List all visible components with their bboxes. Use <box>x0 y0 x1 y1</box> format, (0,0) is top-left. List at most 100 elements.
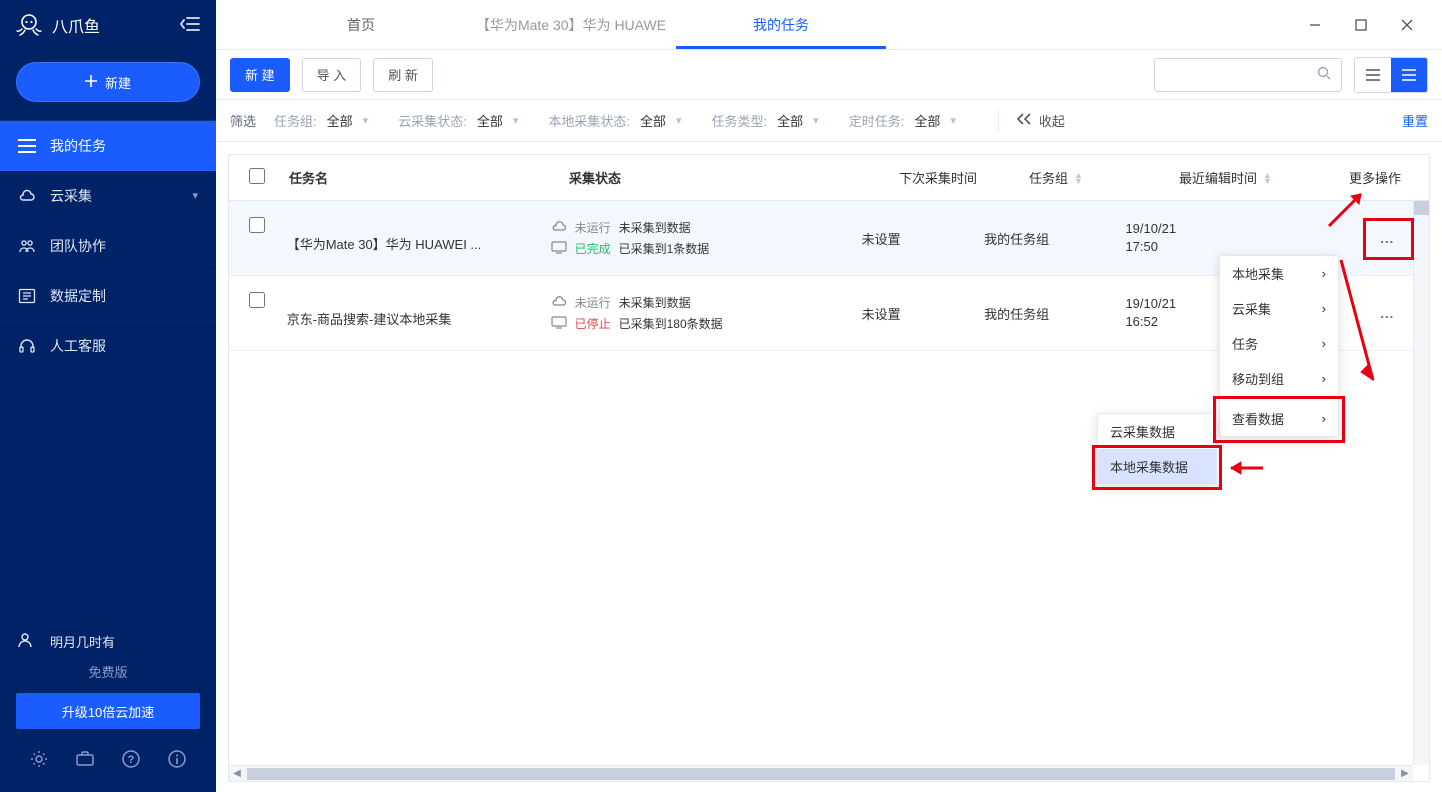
import-button[interactable]: 导 入 <box>302 58 362 92</box>
search-input[interactable] <box>1154 58 1342 92</box>
chevron-down-icon: ▾ <box>813 114 819 127</box>
select-all-checkbox[interactable] <box>249 168 265 184</box>
sidebar-item-label: 云采集 <box>50 186 92 206</box>
filter-group[interactable]: 任务组:全部▾ <box>274 111 368 130</box>
window-minimize-button[interactable] <box>1296 10 1334 40</box>
header-status: 采集状态 <box>569 168 899 187</box>
refresh-button[interactable]: 刷 新 <box>373 58 433 92</box>
sort-icon: ▲▼ <box>1263 172 1272 184</box>
header-group[interactable]: 任务组▲▼ <box>1029 168 1179 187</box>
sidebar-item-data-custom[interactable]: 数据定制 <box>0 271 216 321</box>
chevron-right-icon: › <box>1322 301 1326 316</box>
row-next: 未设置 <box>862 304 985 323</box>
dropdown-item-local-collect[interactable]: 本地采集› <box>1220 256 1338 291</box>
filter-local-status[interactable]: 本地采集状态:全部▾ <box>548 111 681 130</box>
chevron-right-icon: › <box>1322 266 1326 281</box>
row-group: 我的任务组 <box>984 304 1125 323</box>
upgrade-button[interactable]: 升级10倍云加速 <box>16 693 200 729</box>
dropdown-item-task[interactable]: 任务› <box>1220 326 1338 361</box>
filters-bar: 筛选 任务组:全部▾ 云采集状态:全部▾ 本地采集状态:全部▾ 任务类型:全部▾… <box>216 100 1442 142</box>
tasks-table: 任务名 采集状态 下次采集时间 任务组▲▼ 最近编辑时间▲▼ 更多操作 【华为M… <box>228 154 1430 782</box>
sidebar: 八爪鱼 新建 我的任务 云采集 ▾ 团队协作 <box>0 0 216 792</box>
double-chevron-left-icon <box>1017 113 1031 128</box>
row-time: 19/10/2117:50 <box>1125 220 1285 256</box>
new-task-button[interactable]: 新 建 <box>230 58 290 92</box>
chevron-right-icon: › <box>1322 411 1326 426</box>
plus-icon <box>85 75 97 90</box>
chevron-down-icon: ▾ <box>513 114 519 127</box>
brand: 八爪鱼 <box>16 13 100 37</box>
new-button-label: 新建 <box>105 73 131 92</box>
header-name: 任务名 <box>289 168 569 187</box>
svg-text:?: ? <box>128 754 135 766</box>
header-next: 下次采集时间 <box>899 168 1029 187</box>
search-field[interactable] <box>1165 67 1317 82</box>
cloud-icon <box>551 295 567 310</box>
brand-text: 八爪鱼 <box>52 13 100 37</box>
user-name: 明月几时有 <box>50 632 115 651</box>
row-more-button[interactable]: ... <box>1366 221 1409 255</box>
filter-schedule[interactable]: 定时任务:全部▾ <box>849 111 956 130</box>
row-task-name: 京东-商品搜索-建议本地采集 <box>287 299 551 328</box>
tab-my-tasks[interactable]: 我的任务 <box>676 0 886 49</box>
sidebar-item-my-tasks[interactable]: 我的任务 <box>0 121 216 171</box>
tab-label: 我的任务 <box>753 15 809 35</box>
help-icon[interactable]: ? <box>121 749 141 772</box>
row-checkbox[interactable] <box>249 292 265 308</box>
cloud-icon <box>551 220 567 235</box>
tab-home[interactable]: 首页 <box>256 0 466 49</box>
header-time[interactable]: 最近编辑时间▲▼ <box>1179 168 1349 187</box>
headset-icon <box>18 337 36 355</box>
row-more-button[interactable]: ... <box>1366 296 1409 330</box>
info-icon[interactable] <box>167 749 187 772</box>
sidebar-item-cloud-collect[interactable]: 云采集 ▾ <box>0 171 216 221</box>
chevron-down-icon: ▾ <box>363 114 369 127</box>
toolbox-icon[interactable] <box>75 749 95 772</box>
sidebar-item-label: 团队协作 <box>50 236 106 256</box>
new-button[interactable]: 新建 <box>16 62 200 102</box>
view-toggle <box>1354 57 1428 93</box>
chevron-right-icon: › <box>1322 336 1326 351</box>
team-icon <box>18 237 36 255</box>
window-maximize-button[interactable] <box>1342 10 1380 40</box>
chevron-down-icon: ▾ <box>192 189 198 202</box>
collapse-sidebar-icon[interactable] <box>180 16 200 35</box>
filter-cloud-status[interactable]: 云采集状态:全部▾ <box>398 111 518 130</box>
row-next: 未设置 <box>862 229 985 248</box>
chevron-right-icon: › <box>1322 371 1326 386</box>
submenu-item-cloud-data[interactable]: 云采集数据 <box>1098 414 1216 449</box>
row-group: 我的任务组 <box>984 229 1125 248</box>
horizontal-scrollbar[interactable]: ◀▶ <box>229 765 1413 781</box>
table-header: 任务名 采集状态 下次采集时间 任务组▲▼ 最近编辑时间▲▼ 更多操作 <box>229 155 1429 201</box>
sidebar-item-support[interactable]: 人工客服 <box>0 321 216 371</box>
plan-label: 免费版 <box>16 662 200 681</box>
chevron-down-icon: ▾ <box>950 114 956 127</box>
tabs-bar: 首页 【华为Mate 30】华为 HUAWE 我的任务 <box>216 0 1442 50</box>
hamburger-icon <box>18 137 36 155</box>
submenu-item-local-data[interactable]: 本地采集数据 <box>1098 449 1216 484</box>
dropdown-item-cloud-collect[interactable]: 云采集› <box>1220 291 1338 326</box>
view-grid-button[interactable] <box>1391 58 1427 92</box>
toolbar: 新 建 导 入 刷 新 <box>216 50 1442 100</box>
sidebar-item-label: 数据定制 <box>50 286 106 306</box>
sidebar-item-team[interactable]: 团队协作 <box>0 221 216 271</box>
tab-product[interactable]: 【华为Mate 30】华为 HUAWE <box>466 0 676 49</box>
row-status: 未运行未采集到数据 已停止已采集到180条数据 <box>551 292 862 334</box>
settings-icon[interactable] <box>29 749 49 772</box>
row-checkbox[interactable] <box>249 217 265 233</box>
view-list-button[interactable] <box>1355 58 1391 92</box>
reset-filters[interactable]: 重置 <box>1402 114 1428 129</box>
filter-task-type[interactable]: 任务类型:全部▾ <box>712 111 819 130</box>
tab-label: 首页 <box>347 15 375 35</box>
row-task-name: 【华为Mate 30】华为 HUAWEI ... <box>287 224 551 253</box>
row-actions-dropdown: 本地采集› 云采集› 任务› 移动到组› 查看数据› <box>1219 255 1339 437</box>
dropdown-item-view-data[interactable]: 查看数据› <box>1220 401 1338 436</box>
search-icon <box>1317 66 1331 83</box>
dropdown-item-move-group[interactable]: 移动到组› <box>1220 361 1338 396</box>
vertical-scrollbar[interactable] <box>1413 201 1429 765</box>
collapse-filters[interactable]: 收起 <box>1017 111 1065 130</box>
window-close-button[interactable] <box>1388 10 1426 40</box>
cloud-icon <box>18 187 36 205</box>
sidebar-item-label: 人工客服 <box>50 336 106 356</box>
annotation-arrow <box>1223 458 1265 478</box>
